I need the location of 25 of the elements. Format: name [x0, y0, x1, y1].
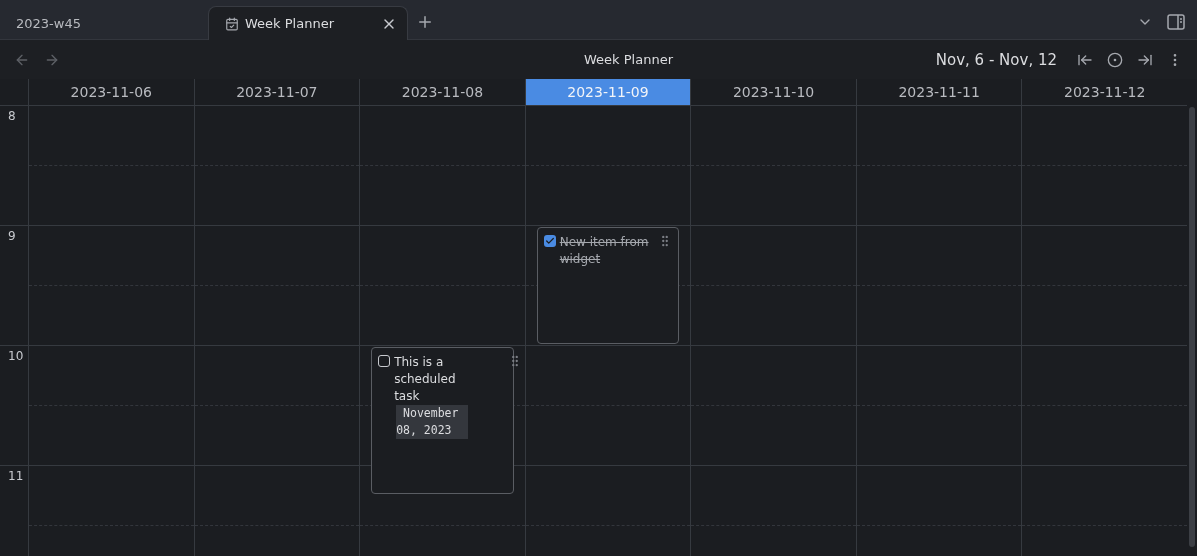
due-date: November 08, 2023 [396, 405, 469, 439]
scrollbar[interactable] [1189, 107, 1195, 547]
day-header[interactable]: 2023-11-07 [193, 79, 360, 106]
day-header[interactable]: 2023-11-08 [359, 79, 525, 106]
hour-label: 9 [0, 226, 28, 346]
plus-icon[interactable] [416, 13, 434, 31]
calendar-icon [225, 16, 239, 31]
hour-label: 10 [0, 346, 28, 466]
tab[interactable]: Week Planner [208, 6, 408, 40]
day-header[interactable]: 2023-11-06 [28, 79, 194, 106]
sidebar-icon[interactable] [1167, 14, 1185, 30]
view-title: Week Planner [584, 52, 673, 67]
day-header[interactable]: 2023-11-12 [1021, 79, 1187, 106]
task-checkbox[interactable] [378, 355, 391, 367]
date-range: Nov, 6 - Nov, 12 [935, 50, 1057, 69]
task-card[interactable]: New item from widget [536, 227, 680, 344]
task-text: New item from widget [559, 234, 650, 268]
today-icon[interactable] [1107, 51, 1123, 68]
hour-label: 8 [0, 106, 28, 226]
hour-label: 11 [0, 466, 28, 556]
day-header[interactable]: 2023-11-11 [855, 79, 1022, 106]
tab[interactable]: 2023-w45 [0, 6, 200, 40]
task-checkbox[interactable] [543, 235, 556, 247]
task-text: This is a scheduled task November 08, 2023 [394, 354, 505, 439]
day-header[interactable]: 2023-11-10 [690, 79, 856, 106]
